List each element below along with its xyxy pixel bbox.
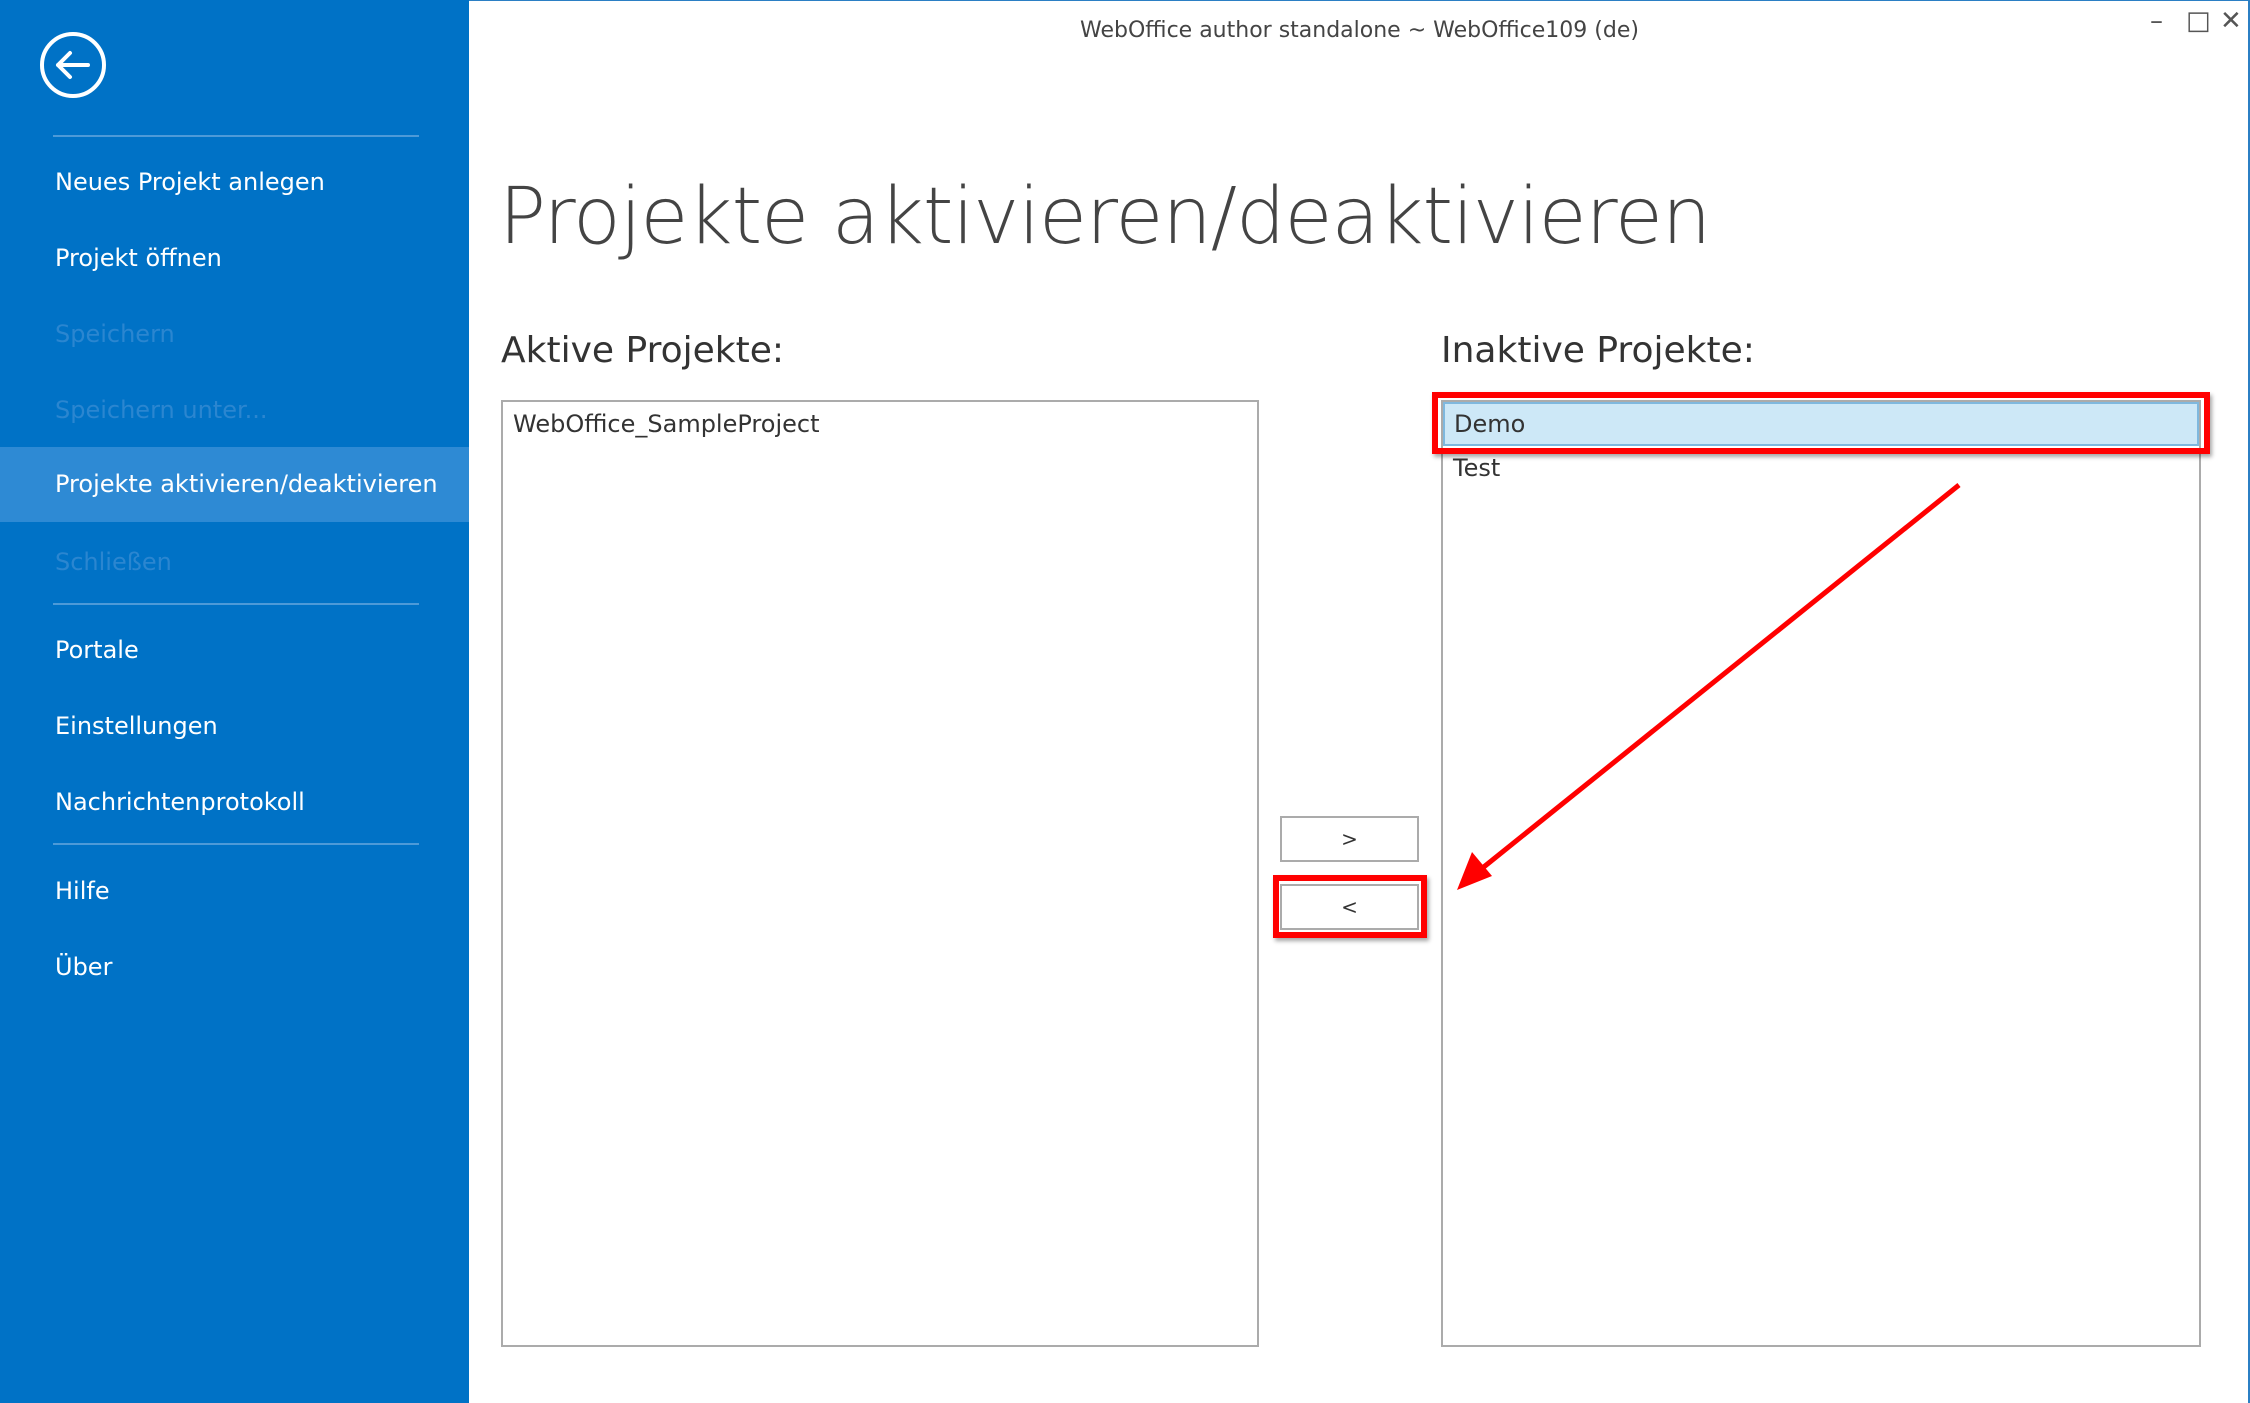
annotation-arrow-icon <box>0 0 2250 1403</box>
